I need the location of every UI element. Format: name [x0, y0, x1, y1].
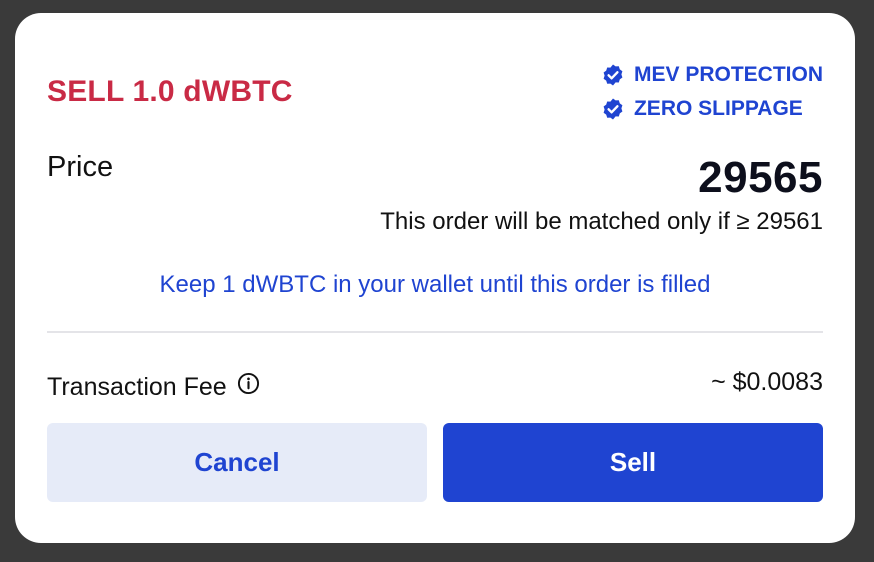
sell-order-dialog: SELL 1.0 dWBTC MEV PROTECTION ZERO SLIPP…	[15, 13, 855, 543]
price-value: 29565	[698, 153, 823, 202]
transaction-fee-label: Transaction Fee	[47, 372, 260, 402]
badge-mev-protection: MEV PROTECTION	[601, 62, 823, 87]
match-condition-note: This order will be matched only if ≥ 295…	[380, 208, 823, 235]
badge-zero-slippage: ZERO SLIPPAGE	[601, 96, 803, 121]
dialog-title: SELL 1.0 dWBTC	[47, 75, 293, 108]
price-label: Price	[47, 151, 114, 183]
feature-badges: MEV PROTECTION ZERO SLIPPAGE	[601, 62, 823, 121]
fee-label-text: Transaction Fee	[47, 372, 227, 401]
wallet-balance-notice: Keep 1 dWBTC in your wallet until this o…	[159, 271, 711, 298]
badge-label: ZERO SLIPPAGE	[633, 97, 803, 120]
transaction-fee-value: ~ $0.0083	[711, 368, 823, 396]
info-circle-icon[interactable]	[237, 372, 260, 402]
divider	[47, 331, 823, 333]
sell-button[interactable]: Sell	[443, 423, 823, 502]
cancel-button[interactable]: Cancel	[47, 423, 427, 502]
badge-label: MEV PROTECTION	[633, 63, 823, 86]
verified-check-icon	[601, 97, 625, 121]
verified-check-icon	[601, 63, 625, 87]
